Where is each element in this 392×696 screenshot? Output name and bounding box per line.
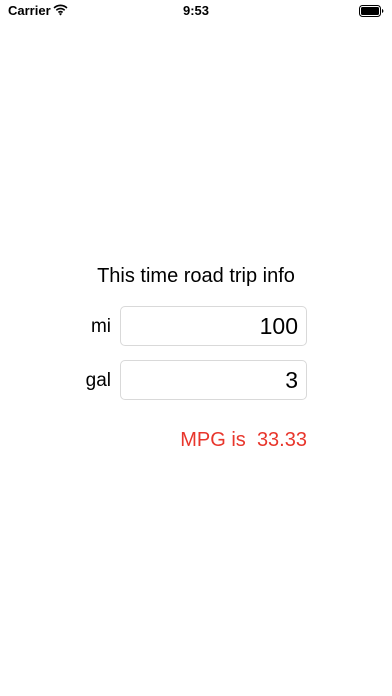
battery-icon: [359, 5, 384, 17]
gallons-input[interactable]: [120, 360, 307, 400]
miles-input[interactable]: [120, 306, 307, 346]
miles-label: mi: [90, 316, 111, 337]
status-time: 9:53: [182, 3, 210, 18]
mpg-result-label: MPG is: [180, 429, 246, 451]
mpg-result-value: 33.33: [256, 429, 307, 451]
gallons-label: gal: [85, 370, 111, 391]
page-title: This time road trip info: [97, 265, 295, 287]
mpg-result: MPG is 33.33: [120, 426, 307, 454]
status-bar: Carrier 9:53: [0, 0, 392, 24]
